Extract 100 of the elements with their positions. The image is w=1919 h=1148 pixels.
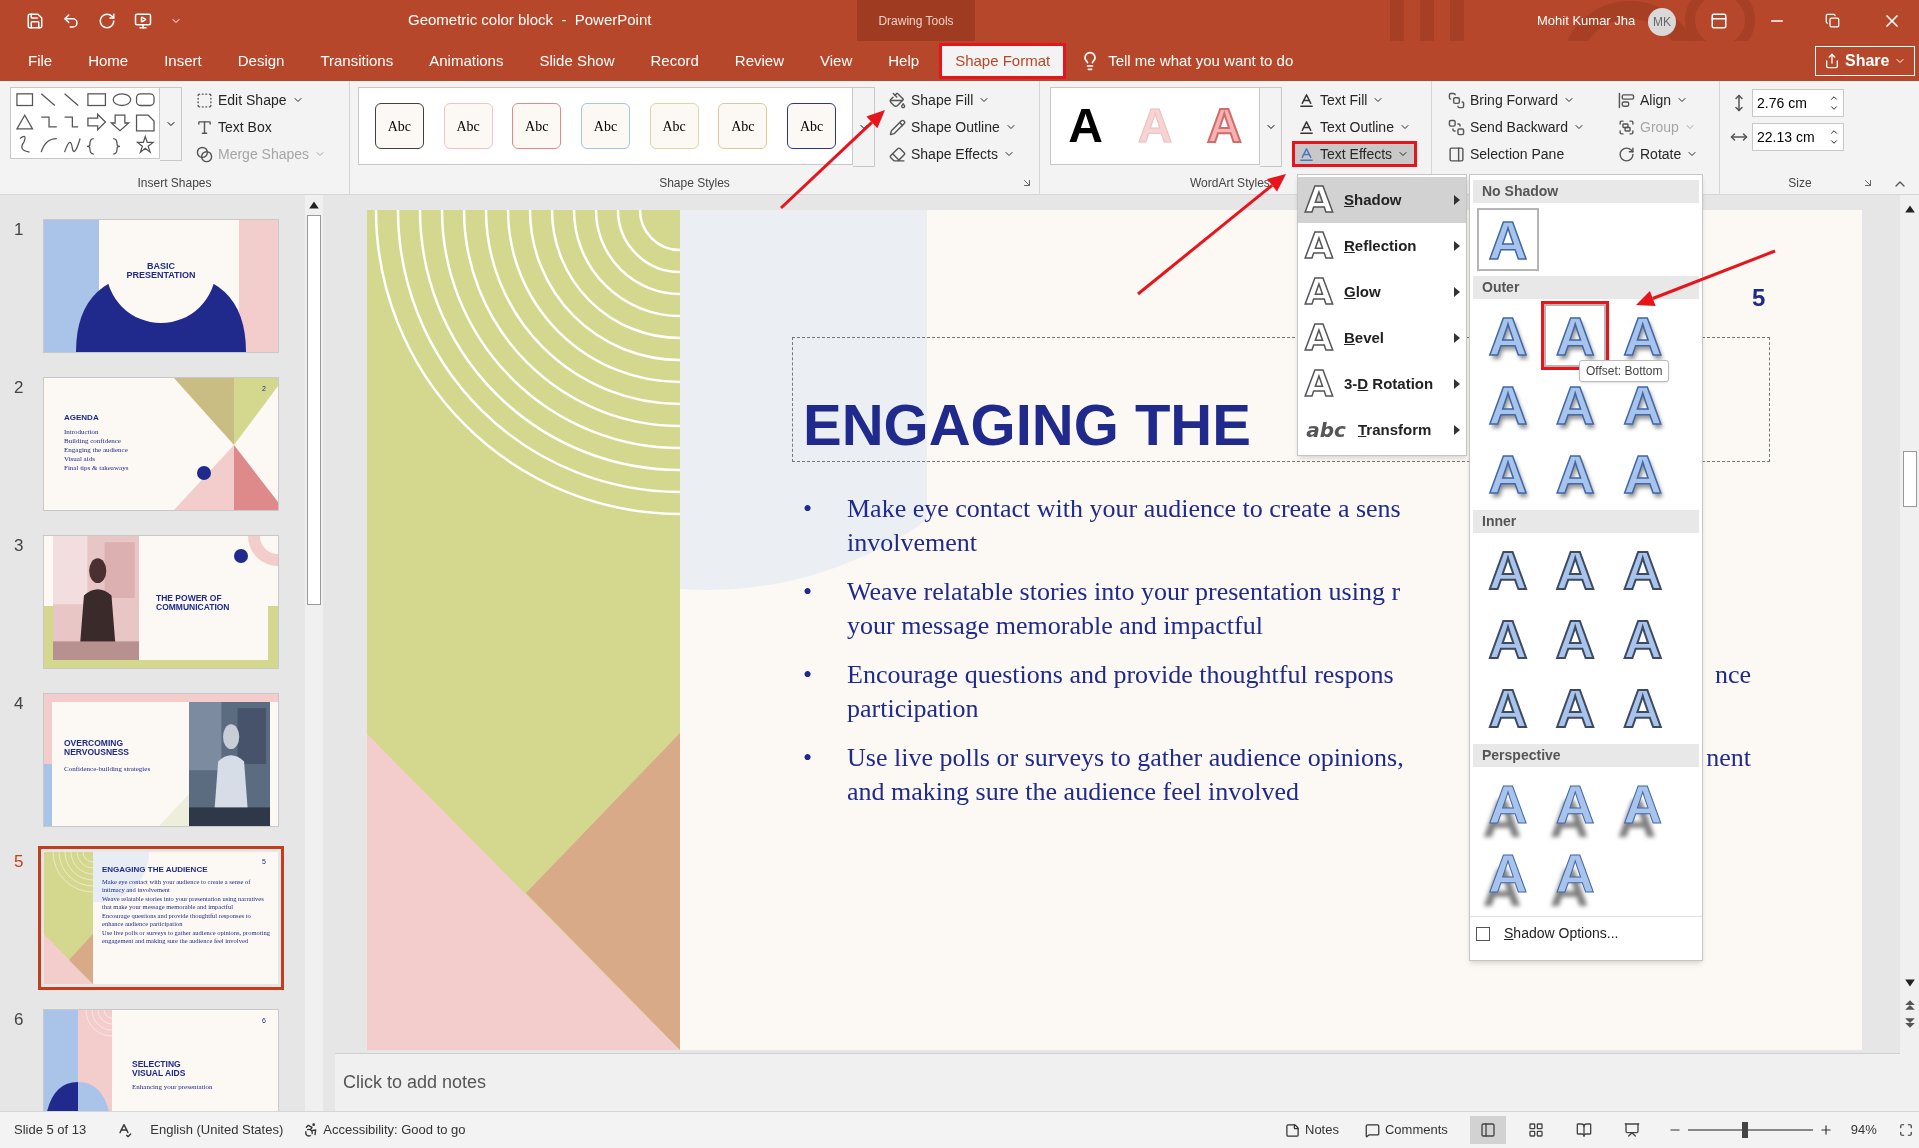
ribbon-tab[interactable]: Design (221, 43, 301, 79)
shape-style-swatch[interactable]: Abc (443, 103, 493, 149)
menu-item[interactable]: A Glow (1298, 269, 1466, 315)
ribbon-tab[interactable]: Help (872, 43, 936, 79)
menu-item[interactable]: A 3-D Rotation (1298, 361, 1466, 407)
menu-item[interactable]: A Reflection (1298, 223, 1466, 269)
ribbon-command[interactable]: Send Backward (1442, 114, 1612, 140)
spin-up-icon[interactable] (1829, 93, 1839, 103)
previous-slide-icon[interactable] (1903, 999, 1916, 1011)
fit-to-window-icon[interactable] (1898, 1123, 1913, 1137)
zoom-level[interactable]: 94% (1850, 1120, 1877, 1140)
ribbon-command[interactable]: Rotate (1612, 141, 1722, 167)
ribbon-command[interactable]: Bring Forward (1442, 87, 1612, 113)
width-field[interactable]: 22.13 cm (1752, 123, 1844, 151)
zoom-in-icon[interactable] (1818, 1123, 1833, 1137)
scroll-thumb[interactable] (307, 215, 321, 605)
dot-shape (234, 549, 248, 563)
shapes-gallery-drawing[interactable] (10, 87, 160, 159)
ribbon-command[interactable]: Text Box (190, 114, 333, 140)
scroll-up-icon[interactable] (308, 199, 320, 211)
ribbon-tab[interactable]: File (12, 43, 69, 79)
shape-style-swatch[interactable]: Abc (718, 103, 768, 149)
gallery-heading: Outer (1473, 276, 1699, 299)
dialog-launcher-icon[interactable] (1862, 177, 1874, 189)
ribbon-tab[interactable]: Record (634, 43, 715, 79)
dot-shape (197, 466, 211, 480)
ribbon-tab[interactable]: View (804, 43, 869, 79)
user-avatar[interactable]: MK (1648, 8, 1676, 36)
spin-down-icon[interactable] (1829, 103, 1839, 113)
ribbon-command[interactable]: Text Outline (1292, 114, 1417, 140)
scrollbar[interactable] (305, 195, 323, 1111)
group-label: WordArt Styles (1190, 175, 1270, 192)
slide-thumbnail[interactable]: BASIC PRESENTATION (44, 220, 278, 352)
ribbon-command[interactable]: Shape Fill (883, 87, 1023, 113)
shape-style-swatch[interactable]: Abc (580, 103, 630, 149)
submenu-arrow-icon (1454, 287, 1460, 297)
notes-placeholder[interactable]: Click to add notes (343, 1069, 487, 1096)
menu-item[interactable]: A Shadow (1298, 177, 1466, 223)
tell-me-field[interactable]: Tell me what you want to do (1108, 49, 1369, 73)
spell-check-icon[interactable] (116, 1122, 133, 1138)
wordart-style[interactable]: A (1064, 102, 1107, 150)
slide-thumbnail[interactable]: THE POWER OF COMMUNICATION (44, 536, 278, 668)
slide-number: 1 (13, 220, 25, 241)
ribbon-tab[interactable]: Transitions (304, 43, 410, 79)
presentation-icon[interactable] (134, 11, 152, 30)
ribbon-tab[interactable]: Review (718, 43, 800, 79)
comments-button[interactable]: Comments (1364, 1120, 1448, 1140)
shape-style-swatch[interactable]: Abc (512, 103, 562, 149)
ribbon-tab[interactable]: Shape Format (939, 43, 1067, 79)
ribbon-command[interactable]: Edit Shape (190, 87, 333, 113)
thumbnail-title: OVERCOMING NERVOUSNESS (64, 739, 130, 757)
restore-icon[interactable] (1825, 13, 1840, 28)
shape-style-swatch[interactable]: Abc (649, 103, 699, 149)
send-backward-icon (1448, 118, 1465, 136)
bullet-text: your message memorable and impactful (847, 610, 1263, 642)
ribbon-tab[interactable]: Slide Show (523, 43, 631, 79)
spin-up-icon[interactable] (1829, 127, 1839, 137)
notes-button[interactable]: Notes (1285, 1120, 1339, 1140)
menu-item[interactable]: abc Transform (1298, 407, 1466, 453)
ribbon-display-icon[interactable] (1710, 11, 1728, 30)
scroll-thumb[interactable] (1902, 451, 1917, 507)
scroll-down-icon[interactable] (1903, 977, 1916, 989)
shadow-options-link[interactable]: Shadow Options... (1504, 923, 1619, 944)
submenu-arrow-icon (1454, 379, 1460, 389)
ribbon-command[interactable]: Text Effects (1292, 141, 1417, 167)
height-field[interactable]: 2.76 cm (1752, 89, 1844, 117)
effect-glyph-icon: A (1304, 180, 1334, 220)
paint-bucket-icon (889, 91, 906, 109)
menu-item[interactable]: A Bevel (1298, 315, 1466, 361)
ribbon-command[interactable]: Shape Effects (883, 141, 1023, 167)
dialog-launcher-icon[interactable] (1021, 177, 1033, 189)
view-button[interactable] (1469, 1116, 1506, 1144)
color-block (44, 764, 52, 826)
ribbon-tab[interactable]: Animations (413, 43, 520, 79)
ribbon-command[interactable]: Align (1612, 87, 1722, 113)
thumbnail-title: ENGAGING THE AUDIENCE (102, 866, 208, 875)
zoom-slider-thumb[interactable] (1742, 1122, 1749, 1138)
scrollbar[interactable] (1900, 195, 1919, 1111)
shape-style-swatch[interactable]: Abc (787, 103, 837, 149)
shape-style-swatch[interactable]: Abc (374, 103, 424, 149)
edit-shape-icon (196, 91, 213, 109)
spin-down-icon[interactable] (1829, 137, 1839, 147)
save-icon[interactable] (26, 11, 44, 30)
next-slide-icon[interactable] (1903, 1017, 1916, 1029)
comment-icon (1364, 1122, 1380, 1138)
ribbon-tab[interactable]: Home (72, 43, 145, 79)
scroll-up-icon[interactable] (1903, 203, 1916, 215)
ribbon-command[interactable]: Selection Pane (1442, 141, 1612, 167)
slide-number: 2 (13, 378, 25, 399)
language-label[interactable]: English (United States) (150, 1120, 284, 1140)
ribbon-command[interactable]: Text Fill (1292, 87, 1417, 113)
slide-title: ENGAGING THE (803, 391, 1251, 459)
redo-icon[interactable] (98, 11, 116, 30)
accessibility-status[interactable]: Accessibility: Good to go (323, 1120, 466, 1140)
share-button[interactable]: Share (1815, 46, 1916, 76)
ribbon-tab[interactable]: Insert (148, 43, 218, 79)
shadow-options-checkbox[interactable] (1476, 926, 1490, 941)
ribbon-command[interactable]: Shape Outline (883, 114, 1023, 140)
group-label: Size (1788, 175, 1812, 192)
undo-icon[interactable] (62, 11, 80, 30)
